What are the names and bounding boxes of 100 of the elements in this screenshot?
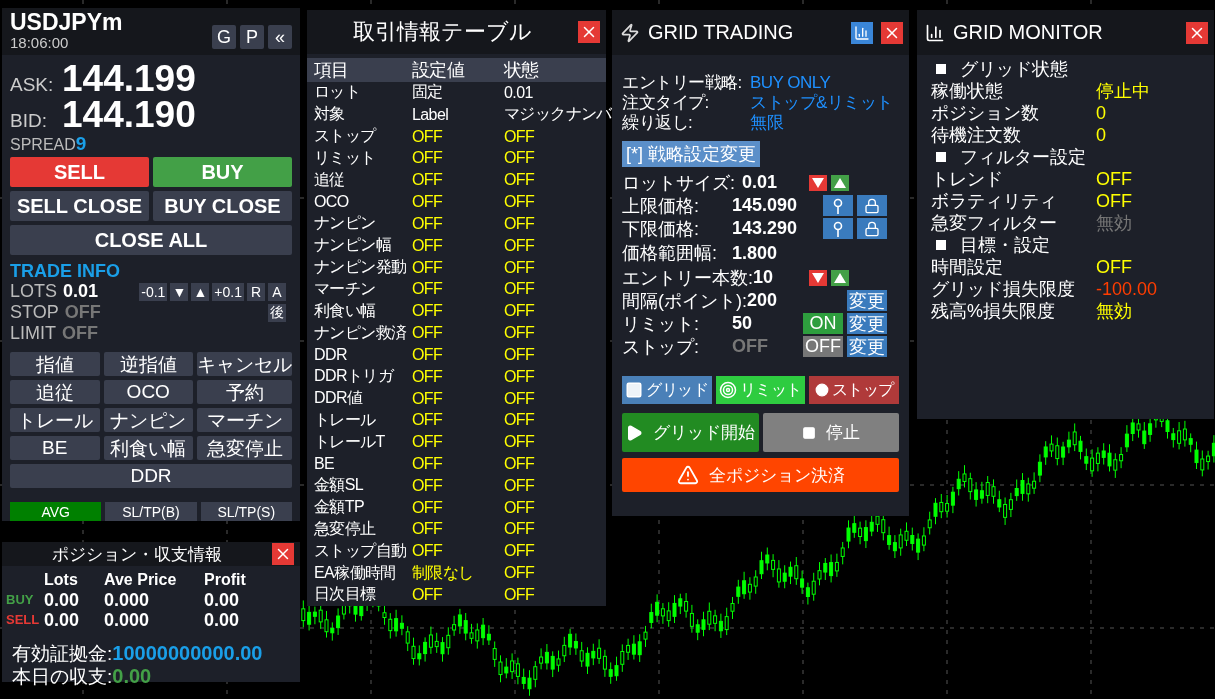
increase-button[interactable] bbox=[831, 269, 849, 286]
table-cell-text: OFF bbox=[412, 302, 444, 321]
monitor-value: 無効 bbox=[1096, 212, 1133, 234]
change-button[interactable]: 変更 bbox=[847, 290, 887, 311]
lock-button[interactable] bbox=[857, 218, 887, 239]
toggle-button[interactable]: OFF bbox=[803, 336, 843, 357]
order-button[interactable]: 利食い幅 bbox=[103, 436, 193, 460]
table-cell-text: 0.00 bbox=[204, 590, 241, 610]
lot-button[interactable]: A bbox=[268, 282, 286, 301]
lightning-icon bbox=[620, 22, 640, 43]
monitor-value: -100.00 bbox=[1096, 278, 1159, 300]
table-cell-text: OFF bbox=[504, 498, 536, 517]
setting-value: 50 bbox=[732, 313, 753, 334]
table-cell-text: 追従 bbox=[314, 169, 346, 190]
table-cell-text: OFF bbox=[504, 433, 536, 452]
table-cell-text: ストップ自動 bbox=[314, 540, 408, 561]
increase-button[interactable] bbox=[831, 174, 849, 191]
close-all-button[interactable]: CLOSE ALL bbox=[10, 225, 292, 255]
mode-button[interactable]: SL/TP(S) bbox=[200, 502, 292, 521]
ask-label: ASK: bbox=[10, 74, 55, 96]
table-cell-text: マジックナンバ bbox=[504, 104, 612, 125]
header-button[interactable]: « bbox=[268, 25, 292, 49]
order-button[interactable]: 急変停止 bbox=[197, 436, 292, 460]
order-button[interactable]: 指値 bbox=[10, 352, 100, 376]
order-button[interactable]: ナンピン bbox=[103, 408, 193, 432]
setting-label: 下限価格: bbox=[622, 217, 700, 241]
table-cell-text: OFF bbox=[504, 564, 536, 583]
change-button[interactable]: 変更 bbox=[847, 313, 887, 334]
table-cell-text: OFF bbox=[504, 345, 536, 364]
close-position-button[interactable]: BUY CLOSE bbox=[153, 191, 292, 221]
lot-button[interactable]: ▼ bbox=[170, 282, 189, 301]
mode-button[interactable]: AVG bbox=[10, 502, 102, 521]
setting-label: 価格範囲幅: bbox=[622, 242, 718, 265]
table-cell-text: OFF bbox=[504, 193, 536, 212]
lot-button[interactable]: +0.1 bbox=[212, 282, 244, 301]
table-cell-text: OFF bbox=[412, 280, 444, 299]
monitor-label: 急変フィルター bbox=[931, 212, 1058, 234]
down-triangle-icon bbox=[812, 177, 824, 188]
order-button[interactable]: 追従 bbox=[10, 380, 100, 404]
lock-button[interactable] bbox=[857, 195, 887, 216]
order-button[interactable]: 予約 bbox=[197, 380, 292, 404]
square-icon bbox=[936, 64, 946, 74]
stop-button[interactable]: 停止 bbox=[762, 413, 899, 452]
order-button[interactable]: DDR bbox=[10, 464, 292, 488]
after-button[interactable]: 後 bbox=[268, 303, 286, 322]
line-toggle-button[interactable]: グリッド bbox=[622, 376, 712, 404]
start-button[interactable]: グリッド開始 bbox=[622, 413, 759, 452]
order-button[interactable]: トレール bbox=[10, 408, 100, 432]
setting-value: 1.800 bbox=[732, 242, 778, 264]
table-cell-text: 0.000 bbox=[104, 610, 151, 630]
chart-button[interactable] bbox=[851, 21, 873, 44]
strategy-label: エントリー戦略: bbox=[622, 73, 743, 93]
table-cell-text: OFF bbox=[412, 433, 444, 452]
bid-price: 144.190 bbox=[62, 97, 196, 133]
line-toggle-button[interactable]: ストップ bbox=[809, 376, 899, 404]
pin-button[interactable] bbox=[823, 218, 853, 239]
order-button[interactable]: キャンセル bbox=[197, 352, 292, 376]
table-cell-text: OFF bbox=[412, 476, 444, 495]
table-cell-text: OFF bbox=[412, 498, 444, 517]
table-cell-text: OFF bbox=[412, 520, 444, 539]
monitor-value: 0 bbox=[1096, 124, 1107, 146]
column-header: Lots bbox=[44, 570, 79, 590]
circle-icon bbox=[814, 383, 829, 397]
header-button[interactable]: G bbox=[212, 25, 236, 49]
table-cell-text: OFF bbox=[412, 367, 444, 386]
stop-icon bbox=[801, 425, 816, 440]
close-position-button[interactable]: SELL CLOSE bbox=[10, 191, 149, 221]
stop-value: OFF bbox=[64, 302, 101, 323]
pin-button[interactable] bbox=[823, 195, 853, 216]
lots-value: 0.01 bbox=[63, 281, 99, 302]
table-cell-text: マーチン bbox=[314, 278, 377, 299]
order-button[interactable]: マーチン bbox=[197, 408, 292, 432]
table-cell-text: ナンピン救済 bbox=[314, 322, 408, 343]
ask-price: 144.199 bbox=[62, 61, 196, 97]
symbol-name: USDJPYm bbox=[10, 10, 123, 35]
monitor-label: 時間設定 bbox=[931, 256, 1004, 278]
mode-button[interactable]: SL/TP(B) bbox=[105, 502, 197, 521]
close-button[interactable] bbox=[1186, 21, 1208, 44]
lot-button[interactable]: ▲ bbox=[191, 282, 210, 301]
close-button[interactable] bbox=[881, 21, 903, 44]
lot-button[interactable]: -0.1 bbox=[139, 282, 168, 301]
decrease-button[interactable] bbox=[809, 269, 827, 286]
table-cell-text: OFF bbox=[504, 520, 536, 539]
order-button[interactable]: 逆指値 bbox=[103, 352, 193, 376]
setting-value: 143.290 bbox=[732, 218, 798, 239]
change-button[interactable]: 変更 bbox=[847, 336, 887, 357]
limit-value: OFF bbox=[62, 323, 98, 344]
header-button[interactable]: P bbox=[240, 25, 264, 49]
decrease-button[interactable] bbox=[809, 174, 827, 191]
play-icon bbox=[625, 423, 644, 442]
stop-label: STOP bbox=[10, 302, 59, 323]
table-cell-text: OFF bbox=[504, 542, 536, 561]
pin-icon bbox=[833, 220, 843, 237]
order-button[interactable]: BE bbox=[10, 436, 100, 460]
trade-button[interactable]: SELL bbox=[10, 157, 149, 187]
lot-button[interactable]: R bbox=[247, 282, 265, 301]
table-cell-text: OFF bbox=[504, 149, 536, 168]
order-button[interactable]: OCO bbox=[103, 380, 193, 404]
section-title: フィルター設定 bbox=[960, 146, 1086, 168]
table-cell-text: 制限なし bbox=[412, 562, 475, 583]
